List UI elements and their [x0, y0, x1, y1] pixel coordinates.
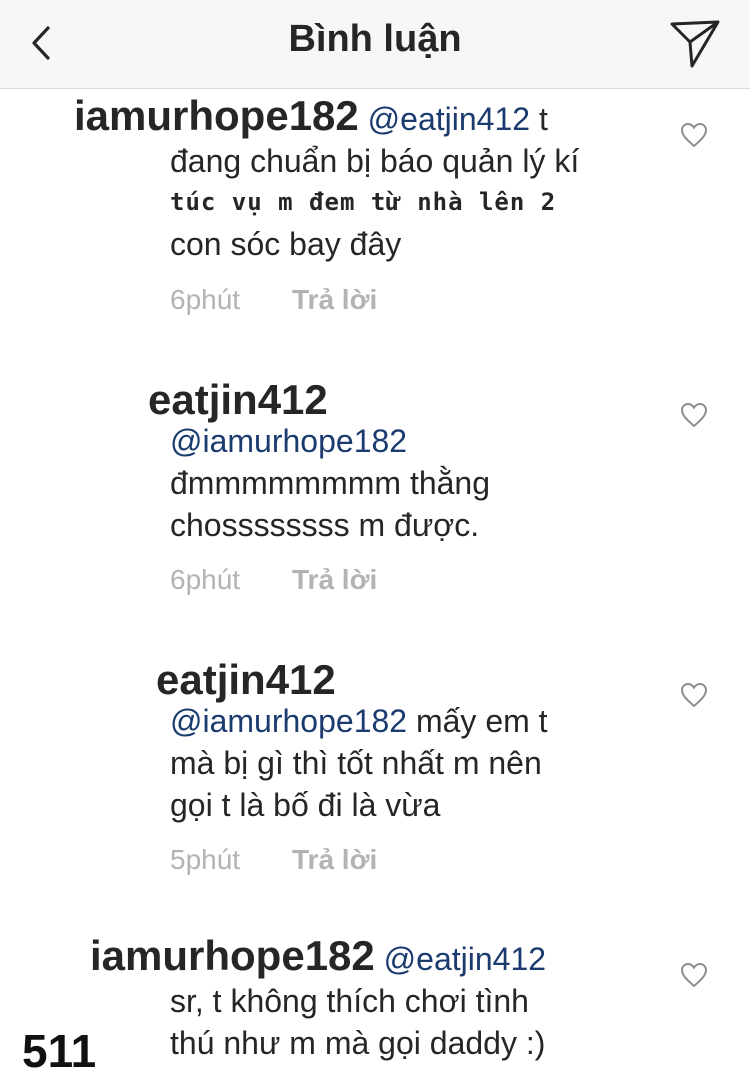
reply-button[interactable]: Trả lời — [292, 844, 377, 876]
top-bar: Bình luận — [0, 0, 750, 89]
comment-text: túc vụ m đem từ nhà lên 2 — [170, 188, 557, 216]
comment-username[interactable]: eatjin412 — [156, 656, 336, 703]
heart-icon[interactable] — [680, 962, 708, 988]
comment-text: t — [538, 101, 548, 137]
comment-text: thú như m mà gọi daddy :) — [170, 1025, 546, 1061]
comment-text: mà bị gì thì tốt nhất m nên — [170, 745, 542, 781]
heart-icon[interactable] — [680, 122, 708, 148]
comment-text: sr, t không thích chơi tình — [170, 983, 529, 1019]
comment-time: 6phút — [170, 564, 241, 595]
comment-text: đang chuẩn bị báo quản lý kí — [170, 143, 580, 179]
comment-username[interactable]: iamurhope182 — [90, 932, 375, 979]
overlay-counter: 511 — [22, 1025, 97, 1077]
reply-button[interactable]: Trả lời — [292, 284, 377, 316]
comment-text: chossssssss m được. — [170, 507, 480, 543]
comment-mention[interactable]: @iamurhope182 — [170, 703, 407, 739]
comment-text: mấy em t — [415, 703, 548, 739]
comment-username[interactable]: eatjin412 — [148, 376, 328, 423]
comment-text: đmmmmmmmm thằng — [170, 465, 491, 501]
comment-mention[interactable]: @eatjin412 — [368, 101, 530, 137]
comment-time: 6phút — [170, 284, 241, 315]
paper-plane-icon[interactable] — [668, 16, 722, 70]
comment-time: 5phút — [170, 844, 241, 875]
heart-icon[interactable] — [680, 402, 708, 428]
comment-mention[interactable]: @eatjin412 — [384, 941, 546, 977]
comment-username[interactable]: iamurhope182 — [74, 92, 359, 139]
reply-button[interactable]: Trả lời — [292, 564, 377, 596]
page-title: Bình luận — [288, 18, 462, 60]
heart-icon[interactable] — [680, 682, 708, 708]
comment-text: gọi t là bố đi là vừa — [170, 787, 441, 823]
comment-mention[interactable]: @iamurhope182 — [170, 423, 407, 459]
comment-text: con sóc bay đây — [170, 226, 402, 262]
